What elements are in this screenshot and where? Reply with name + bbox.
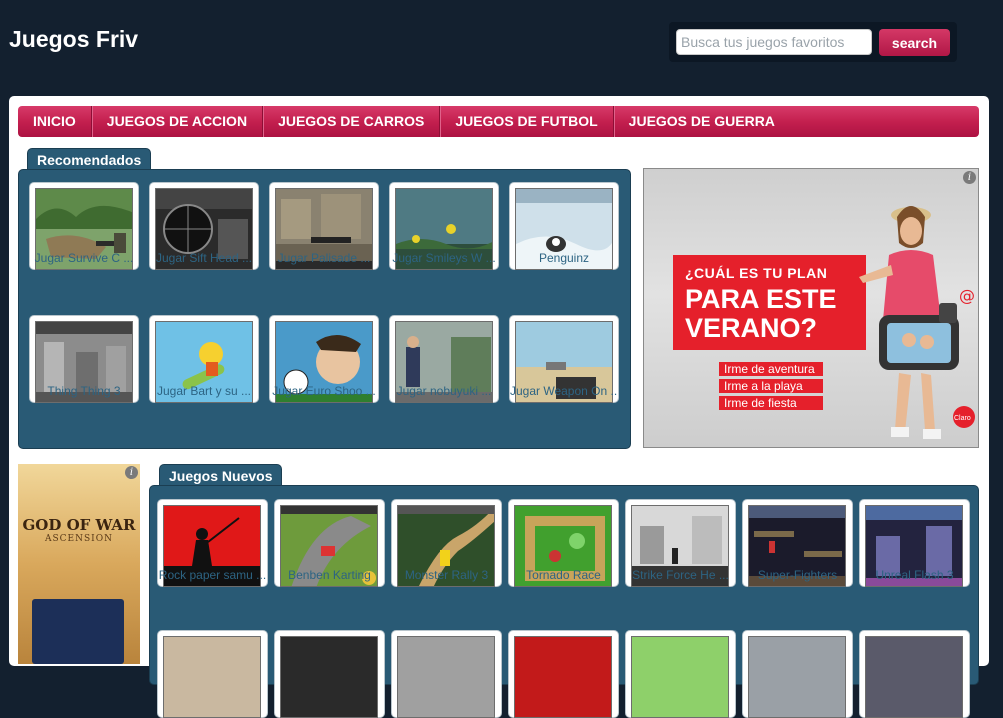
game-title[interactable]: Strike Force He ... [626, 568, 735, 582]
site-title[interactable]: Juegos Friv [9, 26, 138, 53]
ad-headline-1: ¿CUÁL ES TU PLAN [685, 265, 828, 281]
game-card[interactable]: Tornado Race [508, 499, 619, 587]
game-card[interactable]: Jugar nobuyuki ... [389, 315, 499, 403]
game-card[interactable] [274, 630, 385, 718]
ad-banner-god-of-war[interactable]: i GOD OF WAR ASCENSION [18, 464, 140, 664]
nav-item-juegos-de-guerra[interactable]: JUEGOS DE GUERRA [614, 106, 790, 137]
ad-option-3[interactable]: Irme de fiesta [719, 396, 823, 410]
game-title[interactable]: Jugar Survive C ... [30, 251, 138, 265]
game-title[interactable]: Thing Thing 3 [30, 384, 138, 398]
game-title[interactable]: Jugar Palisade ... [270, 251, 378, 265]
nav-item-inicio[interactable]: INICIO [18, 106, 92, 137]
info-icon[interactable]: i [963, 171, 976, 184]
game-card[interactable]: Jugar Weapon On ... [509, 315, 619, 403]
game-title[interactable]: Monster Rally 3 [392, 568, 501, 582]
game-title[interactable]: Jugar Euro Shoo ... [270, 384, 378, 398]
ad-headline-box: ¿CUÁL ES TU PLAN PARA ESTE VERANO? [673, 255, 866, 350]
game-card[interactable]: Rock paper samu ... [157, 499, 268, 587]
game-title[interactable]: Benben Karting [275, 568, 384, 582]
game-title[interactable]: Jugar nobuyuki ... [390, 384, 498, 398]
game-card[interactable]: Jugar Bart y su ... [149, 315, 259, 403]
game-card[interactable] [157, 630, 268, 718]
nav-item-juegos-de-carros[interactable]: JUEGOS DE CARROS [263, 106, 441, 137]
svg-text:@: @ [959, 286, 975, 305]
info-icon[interactable]: i [125, 466, 138, 479]
recomendados-heading: Recomendados [27, 148, 152, 170]
game-title[interactable]: Tornado Race [509, 568, 618, 582]
ad-headline-3: VERANO? [685, 313, 818, 343]
ad-headline-2: PARA ESTE [685, 284, 837, 314]
main-nav: INICIO JUEGOS DE ACCION JUEGOS DE CARROS… [18, 106, 979, 137]
game-thumbnail[interactable] [631, 636, 729, 718]
game-thumbnail[interactable] [280, 636, 378, 718]
game-thumbnail[interactable] [514, 636, 612, 718]
game-card[interactable]: Unreal Flash 3 [859, 499, 970, 587]
game-thumbnail[interactable] [397, 636, 495, 718]
search-input[interactable] [676, 29, 872, 55]
header: Juegos Friv search [0, 0, 1003, 96]
game-title[interactable]: Unreal Flash 3 [860, 568, 969, 582]
game-thumbnail[interactable] [865, 636, 963, 718]
game-card[interactable]: Jugar Euro Shoo ... [269, 315, 379, 403]
nuevos-heading: Juegos Nuevos [159, 464, 283, 486]
game-card[interactable]: Jugar Palisade ... [269, 182, 379, 270]
search-button[interactable]: search [879, 29, 950, 56]
game-title[interactable]: Jugar Weapon On ... [510, 384, 618, 398]
game-title[interactable]: Jugar Bart y su ... [150, 384, 258, 398]
game-title[interactable]: Jugar Sift Head ... [150, 251, 258, 265]
game-title[interactable]: Penguinz [510, 251, 618, 265]
search-bar: search [669, 22, 957, 62]
game-card[interactable]: Thing Thing 3 [29, 315, 139, 403]
game-card[interactable] [391, 630, 502, 718]
ad-game-subtitle: ASCENSION [45, 534, 113, 544]
ad-model-image: @ Claro [859, 206, 975, 439]
nav-item-juegos-de-futbol[interactable]: JUEGOS DE FUTBOL [440, 106, 614, 137]
game-card[interactable]: Strike Force He ... [625, 499, 736, 587]
ad-game-title: GOD OF WAR [22, 516, 136, 534]
ad-brand-label: Claro [954, 415, 971, 422]
game-title[interactable]: Rock paper samu ... [158, 568, 267, 582]
ad-option-1[interactable]: Irme de aventura [719, 362, 823, 376]
game-thumbnail[interactable] [163, 636, 261, 718]
game-title[interactable]: Jugar Smileys W ... [390, 251, 498, 265]
game-card[interactable]: Jugar Survive C ... [29, 182, 139, 270]
nav-item-juegos-de-accion[interactable]: JUEGOS DE ACCION [92, 106, 264, 137]
game-title[interactable]: Super-Fighters [743, 568, 852, 582]
game-card[interactable] [859, 630, 970, 718]
game-card[interactable] [625, 630, 736, 718]
game-card[interactable]: Jugar Sift Head ... [149, 182, 259, 270]
game-card[interactable] [508, 630, 619, 718]
ad-product-box [32, 599, 124, 664]
game-thumbnail[interactable] [748, 636, 846, 718]
main-content: INICIO JUEGOS DE ACCION JUEGOS DE CARROS… [9, 96, 989, 718]
ad-option-2[interactable]: Irme a la playa [719, 379, 823, 393]
game-card[interactable]: Super-Fighters [742, 499, 853, 587]
game-card[interactable]: Penguinz [509, 182, 619, 270]
game-card[interactable]: Benben Karting [274, 499, 385, 587]
game-card[interactable] [742, 630, 853, 718]
game-card[interactable]: Monster Rally 3 [391, 499, 502, 587]
game-card[interactable]: Jugar Smileys W ... [389, 182, 499, 270]
ad-banner-verano[interactable]: i ¿CUÁL ES TU PLAN PARA ESTE VERANO? Irm… [643, 168, 979, 448]
